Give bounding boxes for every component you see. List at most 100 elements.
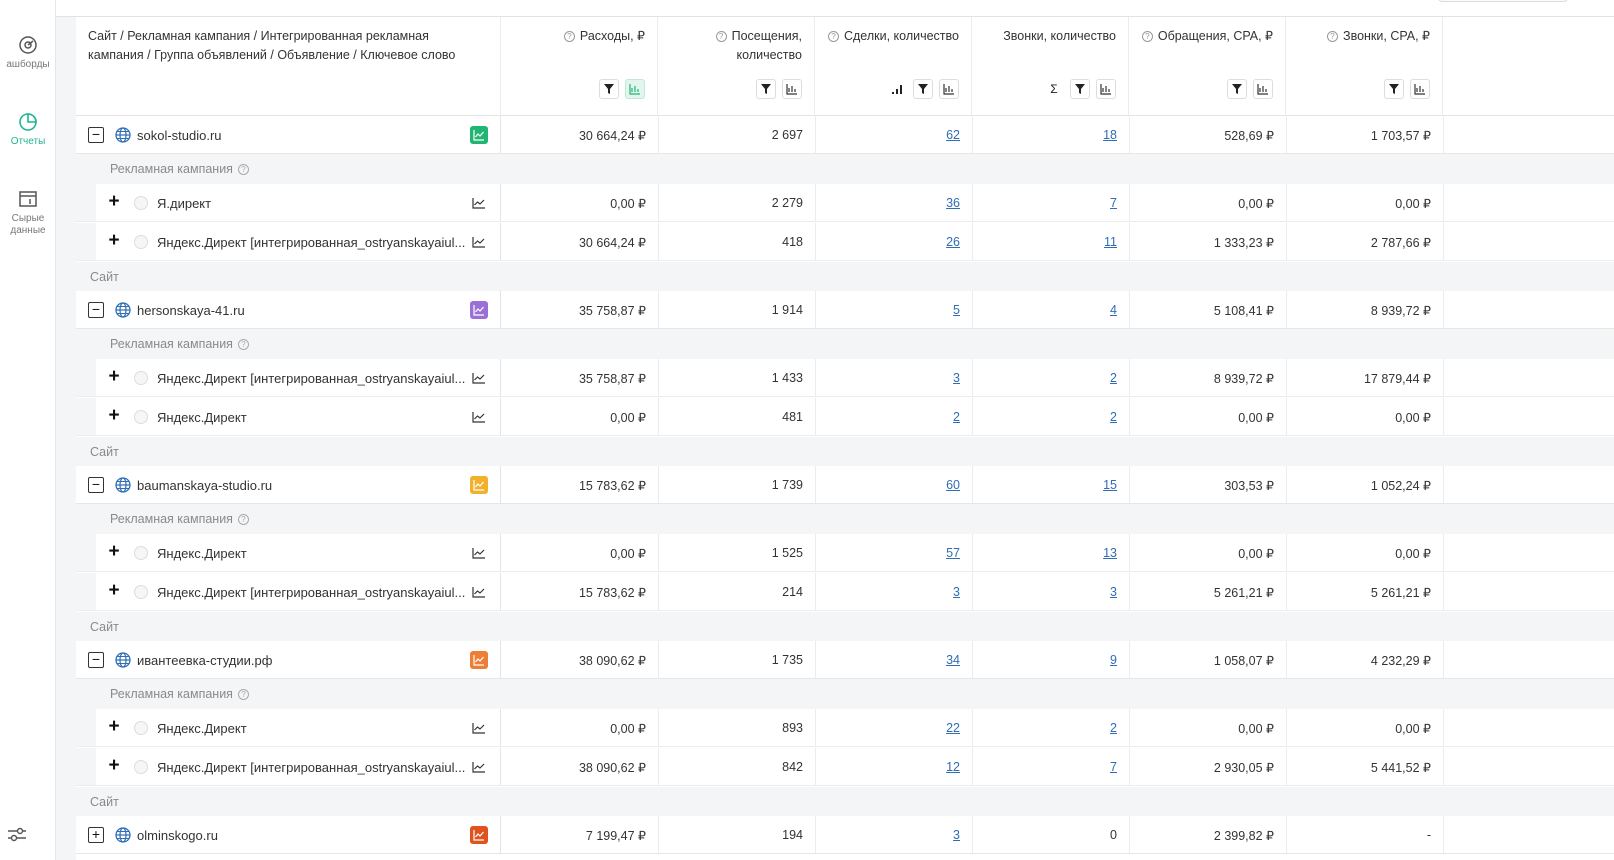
site-name[interactable]: olminskogo.ru <box>137 828 218 843</box>
header-column[interactable]: ? Звонки, CPA, ₽ <box>1286 17 1443 116</box>
site-name[interactable]: ивантеевка-студии.рф <box>137 653 272 668</box>
collapse-button[interactable]: − <box>88 302 104 318</box>
metric-link[interactable]: 9 <box>1110 653 1117 667</box>
metric-link[interactable]: 13 <box>1103 546 1117 560</box>
metric-link[interactable]: 15 <box>1103 478 1117 492</box>
column-chart-icon[interactable] <box>939 79 959 99</box>
metric-link[interactable]: 11 <box>1104 235 1117 249</box>
help-icon[interactable]: ? <box>1327 31 1339 42</box>
line-chart-icon[interactable] <box>470 408 488 426</box>
header-column[interactable]: ? Посещения, количество <box>658 17 815 116</box>
filter-icon[interactable] <box>1227 79 1247 99</box>
collapse-button[interactable]: − <box>88 477 104 493</box>
metric-link[interactable]: 36 <box>946 196 960 210</box>
filter-icon[interactable] <box>1384 79 1404 99</box>
campaign-name[interactable]: Я.директ <box>157 196 467 211</box>
expand-button[interactable]: + <box>106 231 122 250</box>
top-action-button[interactable] <box>1438 0 1568 2</box>
line-chart-icon[interactable] <box>470 194 488 212</box>
expand-button[interactable]: + <box>88 827 104 843</box>
site-row: − hersonskaya-41.ru 35 758,87 ₽ 1 914 5 4 5 10… <box>76 291 1614 329</box>
help-icon[interactable]: ? <box>237 339 249 350</box>
metric-link[interactable]: 57 <box>946 546 960 560</box>
expand-button[interactable]: + <box>106 367 122 386</box>
metric-link[interactable]: 34 <box>946 653 960 667</box>
line-chart-icon[interactable] <box>470 826 488 844</box>
metric-link[interactable]: 3 <box>1110 585 1117 599</box>
campaign-name[interactable]: Яндекс.Директ [интегрированная_ostryansk… <box>157 371 467 386</box>
help-icon[interactable]: ? <box>1141 31 1153 42</box>
header-column[interactable]: ? Сделки, количество <box>815 17 972 116</box>
sort-icon[interactable] <box>887 79 907 99</box>
expand-button[interactable]: + <box>106 192 122 211</box>
help-icon[interactable]: ? <box>237 164 249 175</box>
column-chart-icon[interactable] <box>782 79 802 99</box>
line-chart-icon[interactable] <box>470 651 488 669</box>
line-chart-icon[interactable] <box>470 369 488 387</box>
campaign-name[interactable]: Яндекс.Директ <box>157 410 467 425</box>
metric-link[interactable]: 3 <box>953 828 960 842</box>
expand-button[interactable]: + <box>106 717 122 736</box>
help-icon[interactable]: ? <box>563 31 575 42</box>
line-chart-icon[interactable] <box>470 301 488 319</box>
column-chart-icon[interactable] <box>625 79 645 99</box>
collapse-button[interactable]: − <box>88 127 104 143</box>
help-icon[interactable]: ? <box>237 689 249 700</box>
settings-button[interactable] <box>6 826 28 851</box>
metric-link[interactable]: 3 <box>953 371 960 385</box>
site-name[interactable]: sokol-studio.ru <box>137 128 222 143</box>
metric-link[interactable]: 12 <box>946 760 960 774</box>
campaign-name[interactable]: Яндекс.Директ <box>157 546 467 561</box>
campaign-name[interactable]: Яндекс.Директ <box>157 721 467 736</box>
sidebar-item-reports[interactable]: Отчеты <box>0 111 56 148</box>
metric-link[interactable]: 60 <box>946 478 960 492</box>
column-chart-icon[interactable] <box>1410 79 1430 99</box>
metric-link[interactable]: 22 <box>946 721 960 735</box>
line-chart-icon[interactable] <box>470 126 488 144</box>
column-chart-icon[interactable] <box>1253 79 1273 99</box>
filter-icon[interactable] <box>1070 79 1090 99</box>
filter-icon[interactable] <box>913 79 933 99</box>
header-column[interactable]: Звонки, количество Σ <box>972 17 1129 116</box>
expand-button[interactable]: + <box>106 542 122 561</box>
line-chart-icon[interactable] <box>470 476 488 494</box>
help-icon[interactable]: ? <box>827 31 839 42</box>
site-name[interactable]: baumanskaya-studio.ru <box>137 478 272 493</box>
column-chart-icon[interactable] <box>1096 79 1116 99</box>
header-column[interactable]: ? Обращения, CPA, ₽ <box>1129 17 1286 116</box>
line-chart-icon[interactable] <box>470 758 488 776</box>
filter-icon[interactable] <box>756 79 776 99</box>
sum-icon[interactable]: Σ <box>1044 79 1064 99</box>
metric-link[interactable]: 62 <box>946 128 960 142</box>
metric-link[interactable]: 3 <box>953 585 960 599</box>
help-icon[interactable]: ? <box>237 514 249 525</box>
header-column[interactable]: ? Расходы, ₽ <box>501 17 658 116</box>
globe-icon <box>115 652 131 668</box>
metric-link[interactable]: 2 <box>953 410 960 424</box>
expand-button[interactable]: + <box>106 406 122 425</box>
campaign-name[interactable]: Яндекс.Директ [интегрированная_ostryansk… <box>157 760 467 775</box>
metric-link[interactable]: 26 <box>946 235 960 249</box>
expand-button[interactable]: + <box>106 581 122 600</box>
sidebar-item-dashboards[interactable]: ашборды <box>0 34 56 71</box>
collapse-button[interactable]: − <box>88 652 104 668</box>
metric-link[interactable]: 2 <box>1110 410 1117 424</box>
metric-link[interactable]: 5 <box>953 303 960 317</box>
metric-link[interactable]: 18 <box>1103 128 1117 142</box>
campaign-name[interactable]: Яндекс.Директ [интегрированная_ostryansk… <box>157 585 467 600</box>
site-name[interactable]: hersonskaya-41.ru <box>137 303 245 318</box>
metric-link[interactable]: 2 <box>1110 721 1117 735</box>
campaign-name[interactable]: Яндекс.Директ [интегрированная_ostryansk… <box>157 235 467 250</box>
filter-icon[interactable] <box>599 79 619 99</box>
line-chart-icon[interactable] <box>470 544 488 562</box>
help-icon[interactable]: ? <box>715 31 727 42</box>
metric-link[interactable]: 7 <box>1110 760 1117 774</box>
line-chart-icon[interactable] <box>470 583 488 601</box>
line-chart-icon[interactable] <box>470 233 488 251</box>
line-chart-icon[interactable] <box>470 719 488 737</box>
metric-link[interactable]: 2 <box>1110 371 1117 385</box>
metric-link[interactable]: 4 <box>1110 303 1117 317</box>
expand-button[interactable]: + <box>106 756 122 775</box>
sidebar-item-raw-data[interactable]: Сырые данные <box>0 188 56 237</box>
metric-link[interactable]: 7 <box>1110 196 1117 210</box>
